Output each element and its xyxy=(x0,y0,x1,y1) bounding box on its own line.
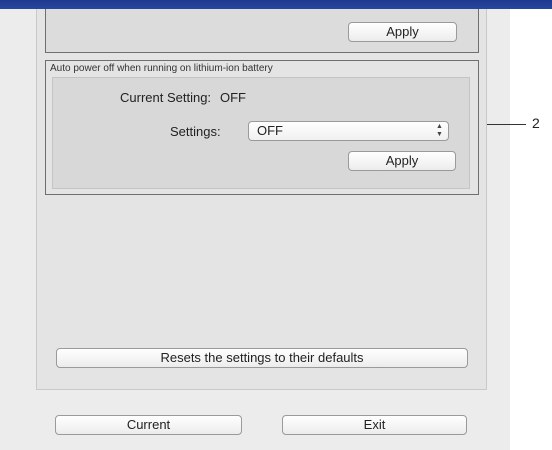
callout-number: 2 xyxy=(532,115,540,131)
callout-leader-line xyxy=(487,124,526,125)
current-button[interactable]: Current xyxy=(55,415,242,435)
settings-select-value: OFF xyxy=(257,123,283,138)
battery-auto-power-off-group: Auto power off when running on lithium-i… xyxy=(45,60,479,195)
settings-select[interactable]: OFF ▲▼ xyxy=(248,121,449,141)
settings-panel: Apply Auto power off when running on lit… xyxy=(36,9,487,390)
previous-setting-group: Apply xyxy=(45,9,479,53)
apply-button[interactable]: Apply xyxy=(348,151,456,171)
current-setting-value: OFF xyxy=(220,90,246,105)
apply-button-top[interactable]: Apply xyxy=(348,22,457,42)
reset-defaults-button[interactable]: Resets the settings to their defaults xyxy=(56,348,468,368)
select-arrows-icon: ▲▼ xyxy=(436,123,443,138)
settings-label: Settings: xyxy=(170,124,221,139)
settings-window: Apply Auto power off when running on lit… xyxy=(0,9,510,450)
group-title: Auto power off when running on lithium-i… xyxy=(50,63,273,74)
exit-button[interactable]: Exit xyxy=(282,415,467,435)
group-content-box: Current Setting: OFF Settings: OFF ▲▼ Ap… xyxy=(52,77,470,189)
current-setting-label: Current Setting: xyxy=(120,90,212,105)
window-titlebar xyxy=(0,0,552,9)
